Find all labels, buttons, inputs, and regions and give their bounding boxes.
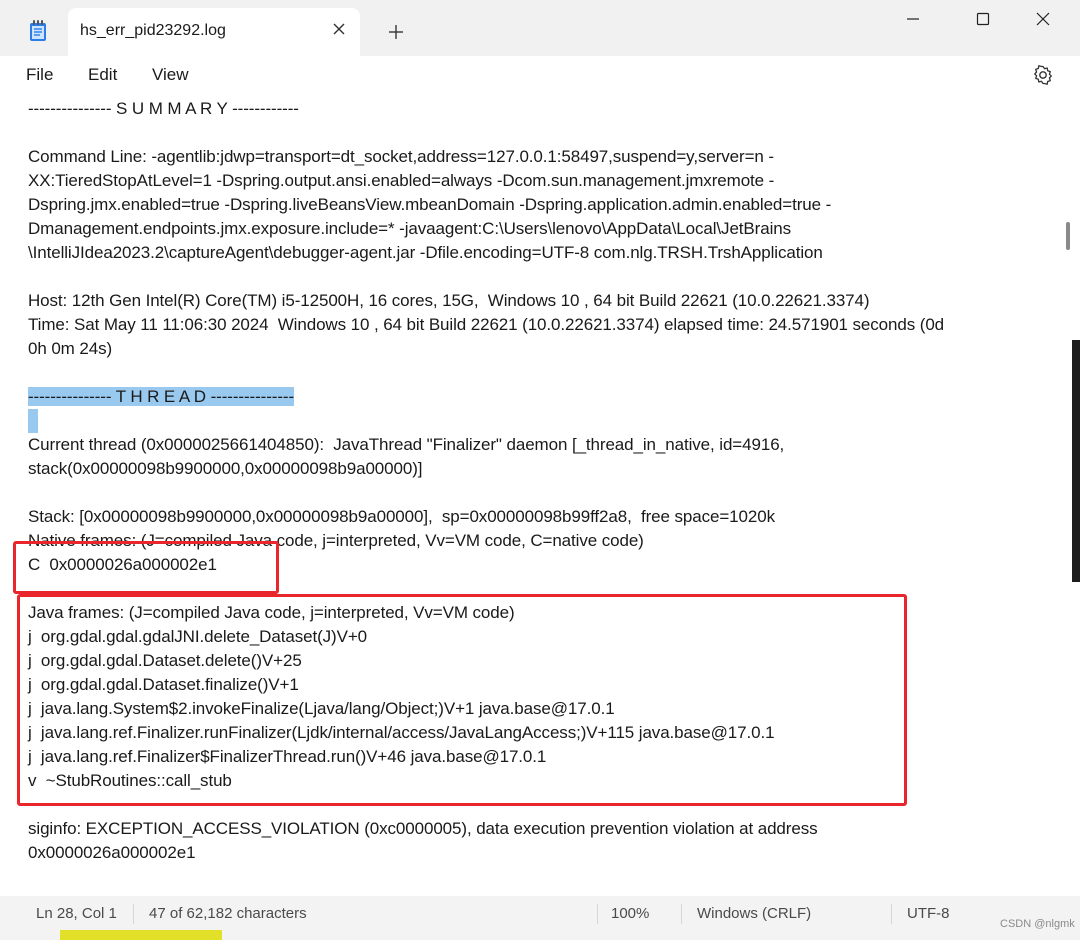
text-line: \IntelliJIdea2023.2\captureAgent\debugge… [28,243,823,262]
character-count: 47 of 62,182 characters [149,905,307,922]
selection-end [28,409,38,433]
text-line: 0h 0m 24s) [28,339,113,358]
notepad-icon [30,20,46,41]
text-line [28,409,1058,433]
text-line: XX:TieredStopAtLevel=1 -Dspring.output.a… [28,171,775,190]
text-line [28,265,1058,289]
text-line: stack(0x00000098b9900000,0x00000098b9a00… [28,459,423,478]
tab-title: hs_err_pid23292.log [80,22,226,39]
text-line: --------------- S U M M A R Y ----------… [28,99,299,118]
menu-bar: File Edit View [0,56,1080,94]
selected-text: --------------- T H R E A D ------------… [28,387,294,406]
annotation-box-java-frames [17,594,907,806]
menu-edit[interactable]: Edit [88,65,117,85]
text-line: Command Line: -agentlib:jdwp=transport=d… [28,147,774,166]
background-window-edge [1072,340,1080,582]
background-window-edge [60,930,222,940]
close-tab-icon[interactable] [330,20,348,38]
status-divider [597,904,598,924]
annotation-box-native-frames [13,541,279,594]
settings-gear-icon[interactable] [1031,63,1055,87]
menu-view[interactable]: View [152,65,189,85]
new-tab-icon[interactable] [386,22,406,42]
encoding[interactable]: UTF-8 [907,905,950,922]
status-divider [681,904,682,924]
line-ending[interactable]: Windows (CRLF) [697,905,811,922]
text-line: Stack: [0x00000098b9900000,0x00000098b9a… [28,507,775,526]
zoom-level[interactable]: 100% [611,905,649,922]
text-line: --------------- T H R E A D ------------… [28,385,1058,409]
title-bar: hs_err_pid23292.log [0,0,1080,56]
text-line: Dspring.jmx.enabled=true -Dspring.liveBe… [28,195,832,214]
minimize-icon[interactable] [890,6,936,32]
text-line [28,481,1058,505]
text-line [28,361,1058,385]
text-line: Current thread (0x0000025661404850): Jav… [28,435,785,454]
vertical-scrollbar[interactable] [1066,222,1070,250]
watermark: CSDN @nlgmk [1000,918,1075,930]
cursor-position[interactable]: Ln 28, Col 1 [36,905,117,922]
status-divider [891,904,892,924]
text-line: 0x0000026a000002e1 [28,843,196,862]
text-line: Time: Sat May 11 11:06:30 2024 Windows 1… [28,315,945,334]
menu-file[interactable]: File [26,65,53,85]
status-divider [133,904,134,924]
text-line: Dmanagement.endpoints.jmx.exposure.inclu… [28,219,792,238]
text-line: Host: 12th Gen Intel(R) Core(TM) i5-1250… [28,291,870,310]
close-window-icon[interactable] [1020,6,1066,32]
text-line: siginfo: EXCEPTION_ACCESS_VIOLATION (0xc… [28,819,818,838]
text-line [28,121,1058,145]
maximize-icon[interactable] [960,6,1006,32]
document-tab[interactable]: hs_err_pid23292.log [68,8,360,56]
